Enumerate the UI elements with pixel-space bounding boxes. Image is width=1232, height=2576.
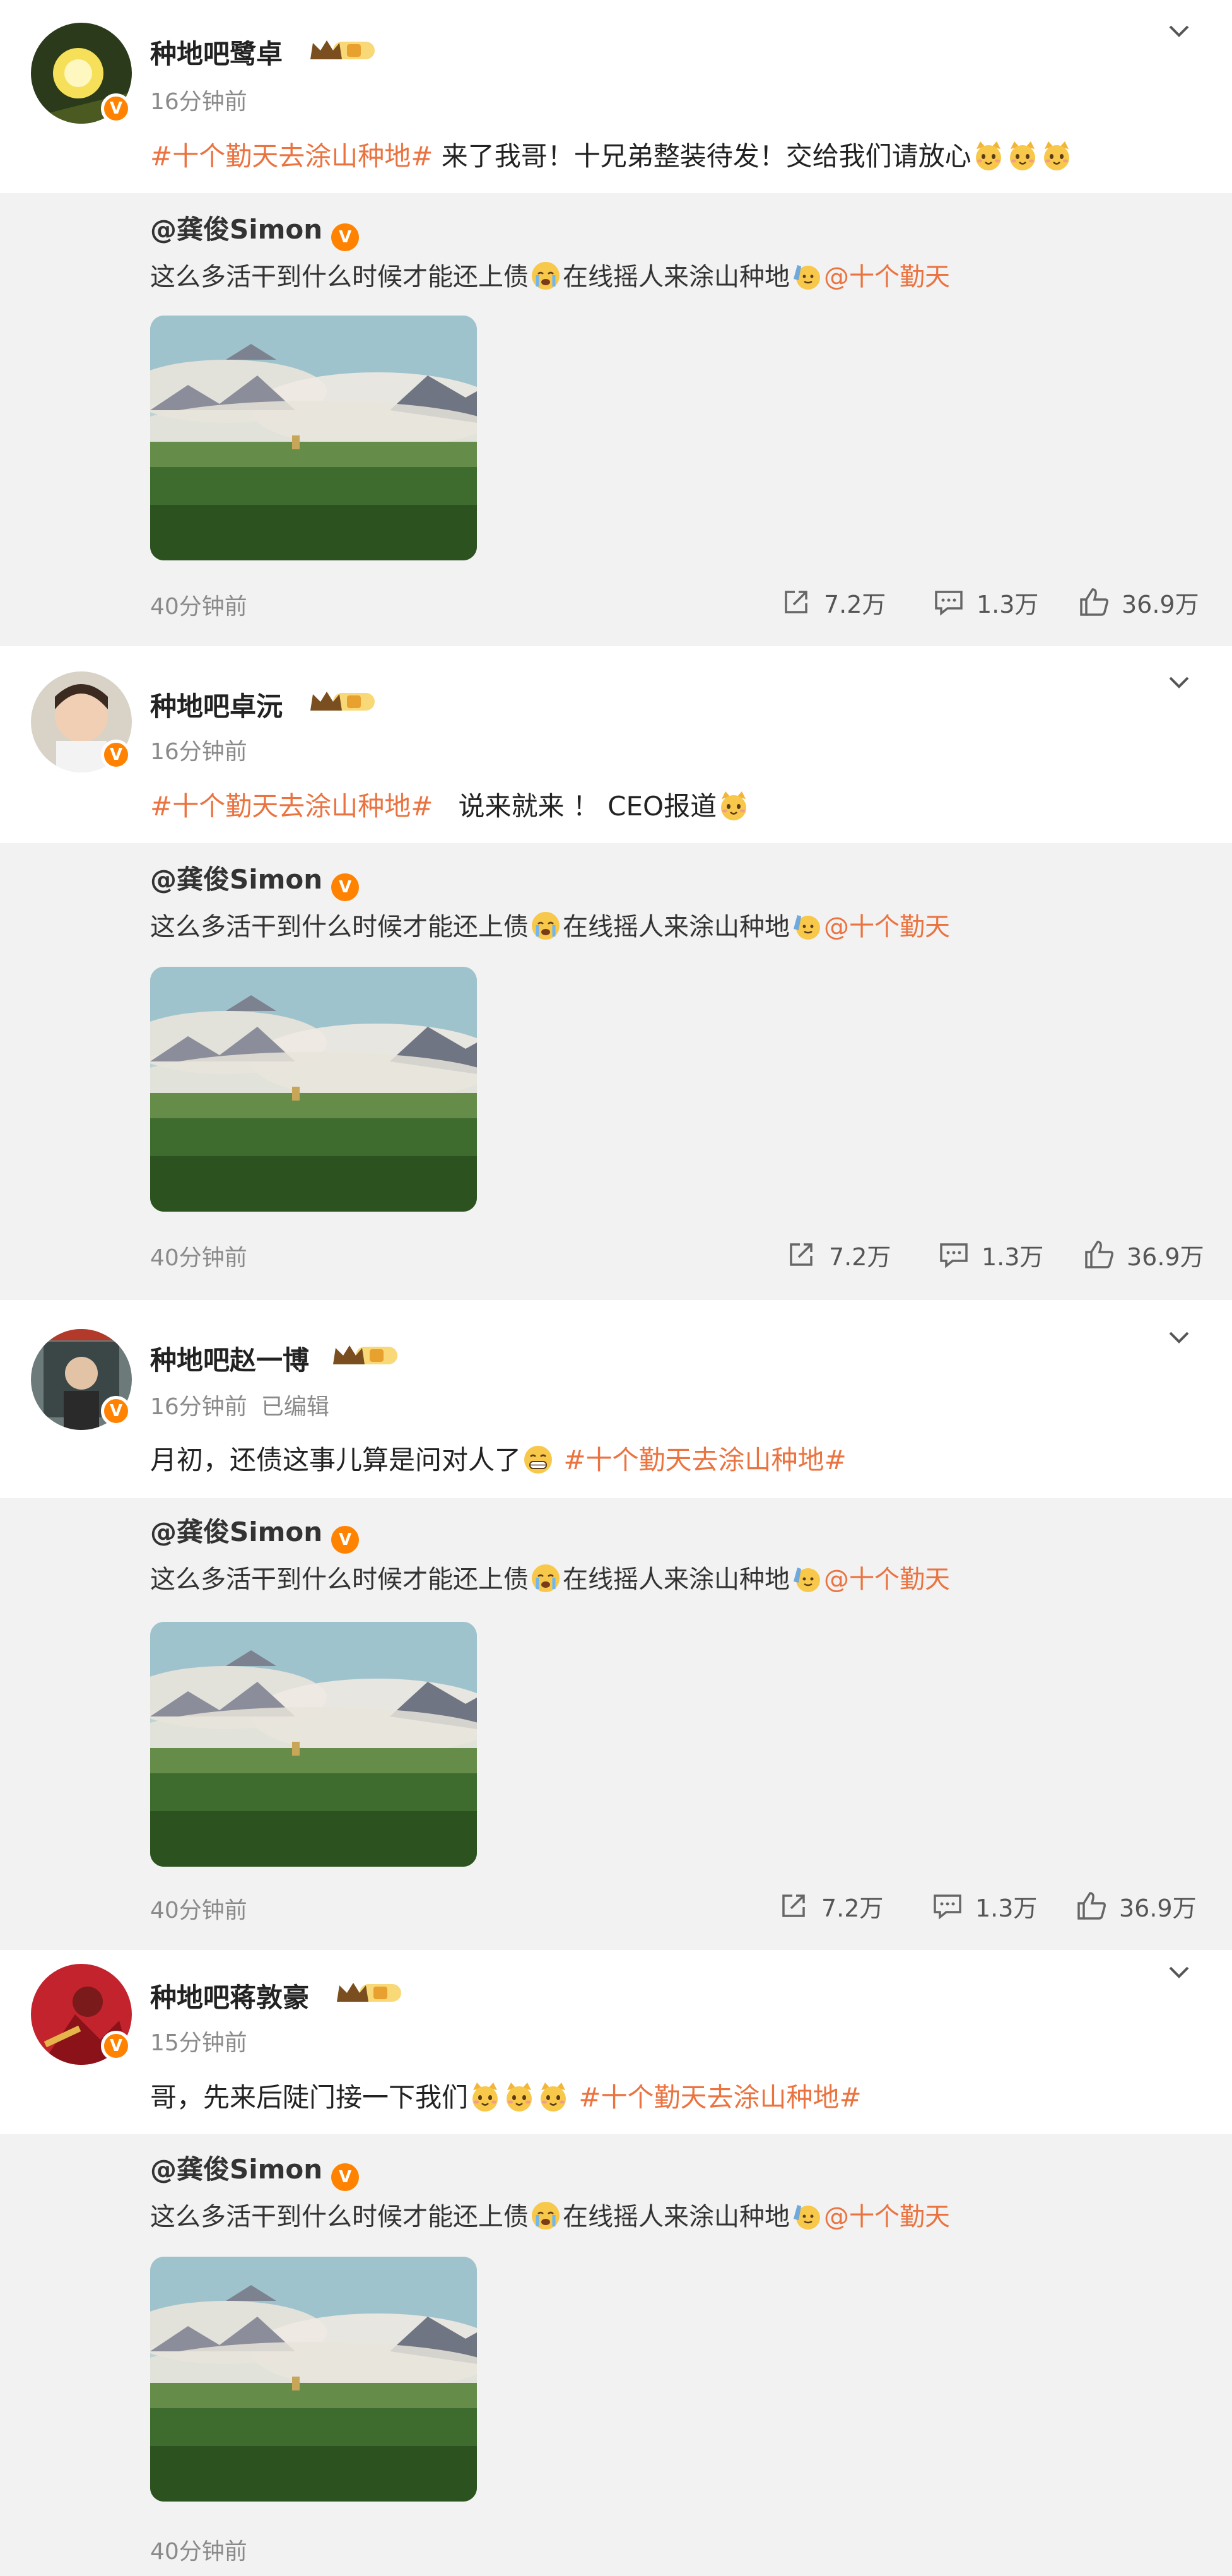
repost-image[interactable] <box>150 967 477 1212</box>
repost-time[interactable]: 40分钟前 <box>150 588 247 621</box>
chevron-down-icon[interactable] <box>1164 15 1194 45</box>
repost-image[interactable] <box>150 1622 477 1867</box>
cat-emoji-icon <box>469 2081 501 2113</box>
repost-text: 这么多活干到什么时候才能还上债 在线摇人来涂山种地 @十个勤天 <box>150 1559 950 1595</box>
chevron-down-icon[interactable] <box>1164 1956 1194 1987</box>
verified-badge-icon: V <box>101 1396 131 1426</box>
comment-button[interactable]: 1.3万 <box>937 1237 1043 1272</box>
mention-link[interactable]: @十个勤天 <box>824 263 950 292</box>
member-crown-icon[interactable] <box>308 37 377 64</box>
repost-time[interactable]: 40分钟前 <box>150 1892 247 1925</box>
repost-text: 这么多活干到什么时候才能还上债 在线摇人来涂山种地 @十个勤天 <box>150 2196 950 2233</box>
post-text: 月初，还债这事儿算是问对人了 #十个勤天去涂山种地# <box>150 1444 847 1475</box>
comment-button[interactable]: 1.3万 <box>932 584 1038 620</box>
waving-emoji-icon <box>791 2200 823 2231</box>
post-username[interactable]: 种地吧卓沅 <box>150 685 283 724</box>
topic-tag[interactable]: #十个勤天去涂山种地# <box>555 1445 846 1475</box>
verified-icon: V <box>331 873 360 901</box>
share-icon <box>777 1889 810 1922</box>
edited-label: 已编辑 <box>261 1394 329 1420</box>
like-button[interactable]: 36.9万 <box>1075 1888 1197 1923</box>
repost-image[interactable] <box>150 2257 477 2502</box>
topic-tag[interactable]: #十个勤天去涂山种地# <box>150 791 433 822</box>
cat-emoji-icon <box>1007 140 1038 172</box>
weibo-feed: V 种地吧鹭卓 16分钟前 #十个勤天去涂山种地# 来了我哥！十兄弟整装待发！交… <box>0 0 1232 2576</box>
post-text: #十个勤天去涂山种地# 说来就来 ！ CEO报道 <box>150 785 751 824</box>
verified-icon: V <box>331 223 360 251</box>
crying-emoji-icon <box>530 910 561 942</box>
repost-text: 这么多活干到什么时候才能还上债 在线摇人来涂山种地 @十个勤天 <box>150 906 950 943</box>
member-crown-icon[interactable] <box>308 688 377 716</box>
post-username[interactable]: 种地吧蒋敦豪 <box>150 1976 309 2015</box>
crying-emoji-icon <box>530 1563 561 1594</box>
chevron-down-icon[interactable] <box>1164 666 1194 697</box>
post-time[interactable]: 16分钟前 <box>150 83 247 116</box>
share-button[interactable]: 7.2万 <box>780 584 886 620</box>
comment-icon <box>932 586 965 618</box>
cat-emoji-icon <box>537 2081 569 2113</box>
mention-link[interactable]: @十个勤天 <box>824 913 950 942</box>
cat-emoji-icon <box>1041 140 1072 172</box>
grin-emoji-icon <box>522 1444 554 1475</box>
member-crown-icon[interactable] <box>334 1979 404 2007</box>
repost-username[interactable]: @龚俊Simon V <box>150 2148 360 2191</box>
post-card: V 种地吧卓沅 16分钟前 #十个勤天去涂山种地# 说来就来 ！ CEO报道 @… <box>0 653 1232 1303</box>
share-button[interactable]: 7.2万 <box>777 1888 883 1923</box>
verified-badge-icon: V <box>101 740 131 770</box>
repost-username[interactable]: @龚俊Simon V <box>150 208 360 251</box>
repost-card[interactable]: @龚俊Simon V 这么多活干到什么时候才能还上债 在线摇人来涂山种地 @十个勤天 … <box>0 193 1232 646</box>
share-icon <box>785 1238 818 1271</box>
post-card: V 种地吧赵一博 16分钟前 已编辑 月初，还债这事儿算是问对人了 #十个勤天去涂… <box>0 1306 1232 1956</box>
verified-badge-icon: V <box>101 2031 131 2061</box>
comment-button[interactable]: 1.3万 <box>931 1888 1037 1923</box>
repost-card[interactable]: @龚俊Simon V 这么多活干到什么时候才能还上债 在线摇人来涂山种地 @十个勤天 … <box>0 843 1232 1300</box>
member-crown-icon[interactable] <box>331 1342 400 1369</box>
topic-tag[interactable]: #十个勤天去涂山种地# <box>570 2082 861 2113</box>
post-time[interactable]: 15分钟前 <box>150 2024 247 2057</box>
waving-emoji-icon <box>791 1563 823 1594</box>
cat-emoji-icon <box>503 2081 535 2113</box>
repost-card[interactable]: @龚俊Simon V 这么多活干到什么时候才能还上债 在线摇人来涂山种地 @十个勤天 … <box>0 1498 1232 1950</box>
share-icon <box>780 586 813 618</box>
post-text: #十个勤天去涂山种地# 来了我哥！十兄弟整装待发！交给我们请放心 <box>150 135 1074 174</box>
post-username[interactable]: 种地吧赵一博 <box>150 1339 309 1378</box>
topic-tag[interactable]: #十个勤天去涂山种地# <box>150 141 433 172</box>
like-icon <box>1075 1889 1108 1922</box>
like-button[interactable]: 36.9万 <box>1082 1237 1204 1272</box>
chevron-down-icon[interactable] <box>1164 1321 1194 1352</box>
mention-link[interactable]: @十个勤天 <box>824 2202 950 2231</box>
comment-icon <box>931 1889 964 1922</box>
repost-time[interactable]: 40分钟前 <box>150 1239 247 1272</box>
share-button[interactable]: 7.2万 <box>785 1237 891 1272</box>
repost-username[interactable]: @龚俊Simon V <box>150 858 360 901</box>
like-icon <box>1077 586 1110 618</box>
post-time[interactable]: 16分钟前 <box>150 733 247 766</box>
post-time[interactable]: 16分钟前 已编辑 <box>150 1388 329 1421</box>
waving-emoji-icon <box>791 910 823 942</box>
repost-username[interactable]: @龚俊Simon V <box>150 1511 360 1554</box>
repost-card[interactable]: @龚俊Simon V 这么多活干到什么时候才能还上债 在线摇人来涂山种地 @十个勤天 … <box>0 2134 1232 2576</box>
verified-badge-icon: V <box>101 93 131 124</box>
comment-icon <box>937 1238 970 1271</box>
cat-emoji-icon <box>973 140 1004 172</box>
mention-link[interactable]: @十个勤天 <box>824 1565 950 1594</box>
post-username[interactable]: 种地吧鹭卓 <box>150 33 283 71</box>
post-card: V 种地吧鹭卓 16分钟前 #十个勤天去涂山种地# 来了我哥！十兄弟整装待发！交… <box>0 0 1232 650</box>
crying-emoji-icon <box>530 260 561 292</box>
repost-image[interactable] <box>150 316 477 560</box>
repost-text: 这么多活干到什么时候才能还上债 在线摇人来涂山种地 @十个勤天 <box>150 256 950 293</box>
crying-emoji-icon <box>530 2200 561 2231</box>
verified-icon: V <box>331 1526 360 1554</box>
waving-emoji-icon <box>791 260 823 292</box>
post-card: V 种地吧蒋敦豪 15分钟前 哥，先来后陡门接一下我们 #十个勤天去涂山种地# … <box>0 1946 1232 2576</box>
post-text: 哥，先来后陡门接一下我们 #十个勤天去涂山种地# <box>150 2081 862 2113</box>
cat-emoji-icon <box>718 790 749 822</box>
repost-time[interactable]: 40分钟前 <box>150 2533 247 2566</box>
verified-icon: V <box>331 2163 360 2191</box>
like-button[interactable]: 36.9万 <box>1077 584 1199 620</box>
like-icon <box>1082 1238 1115 1271</box>
